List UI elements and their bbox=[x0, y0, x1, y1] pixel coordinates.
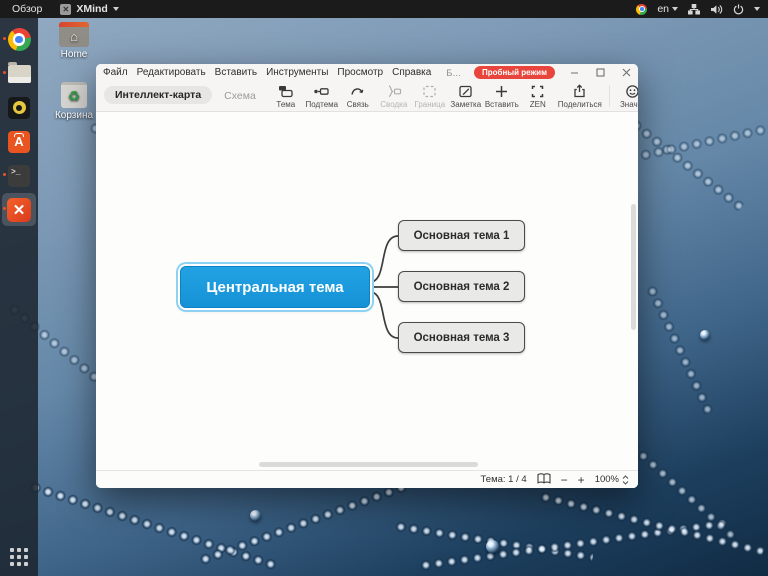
menu-insert[interactable]: Вставить bbox=[215, 67, 257, 78]
toolbar: Интеллект-карта Схема Тема Подтема Связь… bbox=[96, 81, 638, 112]
toolbar-boundary-button[interactable]: Граница bbox=[412, 83, 448, 109]
desktop-icon-label: Home bbox=[61, 49, 88, 60]
toolbar-marker-button[interactable]: Значок bbox=[615, 83, 638, 109]
wallpaper-droplet bbox=[486, 540, 499, 553]
desktop-icon-home[interactable]: ⌂ Home bbox=[51, 22, 97, 60]
dock-item-files[interactable] bbox=[2, 57, 36, 90]
zoom-out-button[interactable]: − bbox=[561, 474, 568, 486]
volume-icon[interactable] bbox=[710, 4, 723, 15]
topic-counter: Тема: 1 / 4 bbox=[481, 474, 527, 485]
document-title: Без названия.xmind bbox=[446, 68, 465, 78]
keyboard-layout-indicator[interactable]: en bbox=[657, 3, 678, 15]
menu-bar: Файл Редактировать Вставить Инструменты … bbox=[96, 64, 638, 81]
chrome-icon bbox=[8, 28, 31, 51]
close-button[interactable] bbox=[622, 68, 631, 77]
files-icon bbox=[8, 65, 31, 83]
wallpaper-droplet bbox=[700, 330, 710, 340]
chrome-indicator-icon[interactable] bbox=[636, 4, 647, 15]
xmind-icon: ✕ bbox=[7, 198, 31, 222]
menu-file[interactable]: Файл bbox=[103, 67, 128, 78]
dock-item-xmind[interactable]: ✕ bbox=[2, 193, 36, 226]
vertical-scrollbar[interactable] bbox=[631, 204, 636, 330]
toolbar-zen-button[interactable]: ZEN bbox=[520, 83, 556, 109]
running-indicator bbox=[3, 71, 6, 74]
status-bar: Тема: 1 / 4 − + 100% bbox=[96, 470, 638, 488]
toolbar-relationship-button[interactable]: Связь bbox=[340, 83, 376, 109]
toolbar-subtopic-button[interactable]: Подтема bbox=[304, 83, 340, 109]
running-indicator bbox=[3, 207, 6, 210]
ubuntu-software-icon: A bbox=[8, 131, 30, 153]
show-applications-button[interactable] bbox=[10, 548, 28, 566]
zoom-level-control[interactable]: 100% bbox=[595, 474, 629, 485]
horizontal-scrollbar[interactable] bbox=[259, 462, 478, 467]
wallpaper-droplet-strand bbox=[28, 480, 279, 572]
trash-icon: ♻ bbox=[61, 82, 87, 108]
menu-help[interactable]: Справка bbox=[392, 67, 431, 78]
maximize-button[interactable] bbox=[596, 68, 605, 77]
dock-item-media-player[interactable] bbox=[2, 91, 36, 124]
stepper-arrows-icon bbox=[622, 475, 629, 485]
speaker-icon bbox=[8, 97, 30, 119]
wallpaper-droplet bbox=[250, 510, 261, 521]
gnome-top-bar: Обзор ✕ XMind en bbox=[0, 0, 768, 18]
toolbar-summary-button[interactable]: Сводка bbox=[376, 83, 412, 109]
chevron-down-icon[interactable] bbox=[754, 7, 760, 11]
dock-item-chrome[interactable] bbox=[2, 23, 36, 56]
central-topic[interactable]: Центральная тема bbox=[180, 266, 370, 308]
power-icon[interactable] bbox=[733, 4, 744, 15]
running-indicator bbox=[3, 173, 6, 176]
zoom-in-button[interactable]: + bbox=[578, 474, 585, 486]
activities-button[interactable]: Обзор bbox=[0, 3, 54, 15]
chevron-down-icon bbox=[672, 7, 678, 11]
desktop-icon-label: Корзина bbox=[55, 110, 93, 121]
toolbar-separator bbox=[609, 85, 610, 107]
wallpaper-droplet-strand bbox=[645, 283, 715, 415]
toolbar-note-button[interactable]: Заметка bbox=[448, 83, 484, 109]
desktop-icon-trash[interactable]: ♻ Корзина bbox=[51, 82, 97, 121]
main-topic-2[interactable]: Основная тема 2 bbox=[398, 271, 525, 302]
main-topic-1[interactable]: Основная тема 1 bbox=[398, 220, 525, 251]
sheet-overview-icon[interactable] bbox=[537, 473, 551, 487]
dock-item-ubuntu-software[interactable]: A bbox=[2, 125, 36, 158]
minimize-button[interactable] bbox=[570, 68, 579, 77]
network-icon[interactable] bbox=[688, 4, 700, 15]
trial-mode-badge[interactable]: Пробный режим bbox=[474, 66, 555, 79]
menu-view[interactable]: Просмотр bbox=[337, 67, 383, 78]
menu-edit[interactable]: Редактировать bbox=[137, 67, 206, 78]
xmind-mini-icon: ✕ bbox=[60, 4, 71, 15]
tab-outline[interactable]: Схема bbox=[224, 90, 256, 102]
window-controls bbox=[564, 68, 631, 77]
zoom-level-value: 100% bbox=[595, 474, 619, 485]
keyboard-layout-label: en bbox=[657, 3, 669, 15]
mindmap-canvas[interactable]: Центральная тема Основная тема 1 Основна… bbox=[96, 112, 638, 470]
terminal-icon: >_ bbox=[8, 165, 30, 187]
home-folder-icon: ⌂ bbox=[59, 22, 89, 47]
xmind-window: Файл Редактировать Вставить Инструменты … bbox=[96, 64, 638, 488]
dock: A >_ ✕ bbox=[0, 18, 38, 576]
toolbar-insert-button[interactable]: Вставить bbox=[484, 83, 520, 109]
menu-tools[interactable]: Инструменты bbox=[266, 67, 328, 78]
app-menu-button[interactable]: ✕ XMind bbox=[54, 3, 125, 15]
app-menu-label: XMind bbox=[76, 3, 108, 15]
toolbar-share-button[interactable]: Поделиться bbox=[556, 83, 604, 109]
dock-item-terminal[interactable]: >_ bbox=[2, 159, 36, 192]
chevron-down-icon bbox=[113, 7, 119, 11]
main-topic-3[interactable]: Основная тема 3 bbox=[398, 322, 525, 353]
toolbar-topic-button[interactable]: Тема bbox=[268, 83, 304, 109]
running-indicator bbox=[3, 37, 6, 40]
tab-mind-map[interactable]: Интеллект-карта bbox=[104, 86, 212, 104]
